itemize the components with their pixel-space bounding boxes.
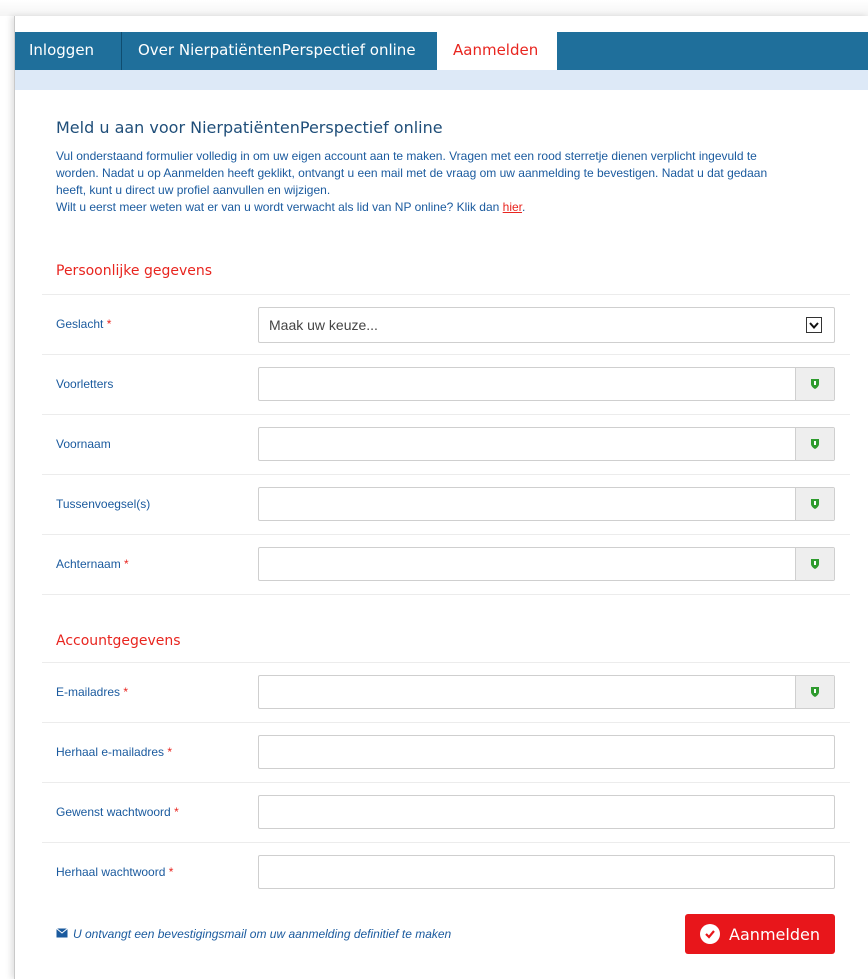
password-repeat-field[interactable] — [258, 855, 835, 889]
email-field[interactable] — [258, 675, 835, 709]
email-repeat-label: Herhaal e-mailadres * — [56, 745, 172, 759]
page-title: Meld u aan voor NierpatiëntenPerspectief… — [56, 118, 443, 137]
confirmation-note-text: U ontvangt een bevestigingsmail om uw aa… — [73, 927, 452, 941]
firstname-label: Voornaam — [56, 437, 111, 451]
divider — [42, 294, 850, 295]
initials-field[interactable] — [258, 367, 835, 401]
intro-link-prefix: Wilt u eerst meer weten wat er van u wor… — [56, 200, 503, 214]
tab-inloggen[interactable]: Inloggen — [15, 32, 121, 70]
divider — [42, 842, 850, 843]
submit-button[interactable]: Aanmelden — [685, 914, 835, 954]
initials-label: Voorletters — [56, 377, 114, 391]
intro-line: worden. Nadat u op Aanmelden heeft gekli… — [56, 166, 768, 180]
divider — [42, 662, 850, 663]
tab-aanmelden[interactable]: Aanmelden — [437, 32, 557, 70]
password-repeat-label-text: Herhaal wachtwoord — [56, 865, 166, 879]
email-label-text: E-mailadres — [56, 685, 121, 699]
shield-icon — [795, 676, 834, 708]
divider — [42, 594, 850, 595]
infix-field[interactable] — [258, 487, 835, 521]
divider — [42, 534, 850, 535]
email-repeat-label-text: Herhaal e-mailadres — [56, 745, 165, 759]
gender-label: Geslacht * — [56, 317, 111, 331]
intro-line: Vul onderstaand formulier volledig in om… — [56, 149, 757, 163]
intro-line: heeft, kunt u direct uw profiel aanvulle… — [56, 183, 331, 197]
gender-select-value: Maak uw keuze... — [269, 317, 378, 333]
confirmation-note: U ontvangt een bevestigingsmail om uw aa… — [56, 927, 451, 941]
infix-label: Tussenvoegsel(s) — [56, 497, 151, 511]
email-label: E-mailadres * — [56, 685, 128, 699]
divider — [42, 722, 850, 723]
email-repeat-field[interactable] — [258, 735, 835, 769]
password-label: Gewenst wachtwoord * — [56, 805, 179, 819]
gender-select[interactable]: Maak uw keuze... — [258, 307, 835, 343]
lastname-label-text: Achternaam — [56, 557, 121, 571]
lastname-field[interactable] — [258, 547, 835, 581]
intro-text: Vul onderstaand formulier volledig in om… — [56, 148, 846, 216]
chevron-down-icon[interactable] — [806, 317, 822, 333]
window-top-edge — [0, 0, 868, 16]
shield-icon — [795, 548, 834, 580]
submit-button-label: Aanmelden — [729, 924, 820, 944]
divider — [42, 474, 850, 475]
hier-link[interactable]: hier — [503, 200, 522, 214]
required-marker: * — [124, 557, 129, 571]
divider — [42, 354, 850, 355]
divider — [42, 782, 850, 783]
gender-label-text: Geslacht — [56, 317, 104, 331]
required-marker: * — [123, 685, 129, 699]
password-label-text: Gewenst wachtwoord — [56, 805, 171, 819]
shield-icon — [795, 428, 834, 460]
section-heading-account: Accountgegevens — [56, 633, 181, 649]
required-marker: * — [106, 317, 112, 331]
shield-icon — [795, 488, 834, 520]
password-field[interactable] — [258, 795, 835, 829]
required-marker: * — [174, 805, 179, 819]
shield-icon — [795, 368, 834, 400]
password-repeat-label: Herhaal wachtwoord * — [56, 865, 173, 879]
required-marker: * — [167, 745, 173, 759]
intro-link-suffix: . — [522, 200, 526, 214]
intro-line: Wilt u eerst meer weten wat er van u wor… — [56, 199, 846, 216]
required-marker: * — [168, 865, 174, 879]
divider — [42, 414, 850, 415]
envelope-icon — [56, 927, 68, 941]
lastname-label: Achternaam * — [56, 557, 129, 571]
sub-nav-bar — [15, 70, 868, 90]
firstname-field[interactable] — [258, 427, 835, 461]
section-heading-personal: Persoonlijke gegevens — [56, 263, 213, 279]
check-circle-icon — [700, 924, 721, 944]
tab-over[interactable]: Over NierpatiëntenPerspectief online — [122, 32, 437, 70]
main-nav: Inloggen Over NierpatiëntenPerspectief o… — [15, 32, 868, 70]
